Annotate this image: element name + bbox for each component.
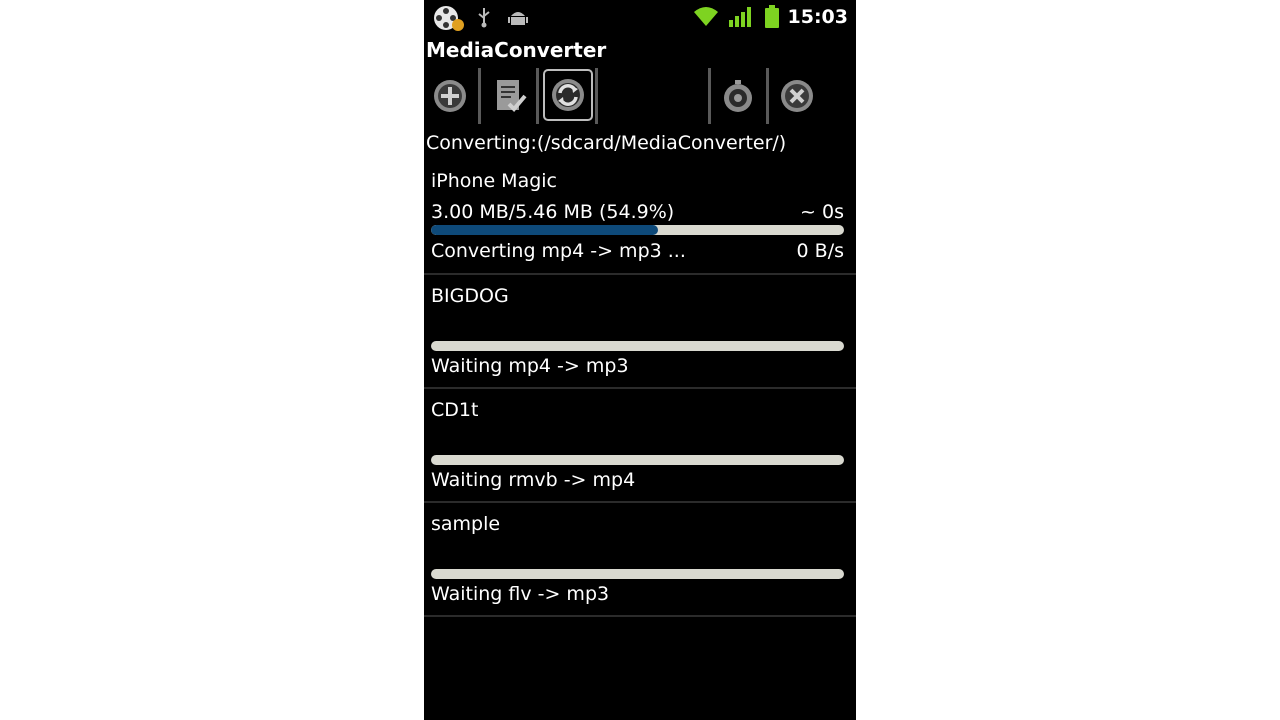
android-debug-icon — [508, 7, 528, 31]
item-name: sample — [431, 513, 501, 535]
media-app-icon — [432, 4, 466, 36]
item-status: Converting mp4 -> mp3 ... — [431, 240, 686, 262]
signal-icon — [728, 6, 752, 32]
phone-screen: 15:03 MediaConverter Converting:(/sdcard… — [424, 0, 856, 720]
timer-button[interactable] — [714, 70, 762, 122]
queue-item[interactable]: BIGDOG Waiting mp4 -> mp3 — [424, 275, 856, 389]
queue-item[interactable]: CD1t Waiting rmvb -> mp4 — [424, 389, 856, 503]
toolbar-separator — [478, 68, 481, 124]
progress-bar — [431, 569, 844, 579]
x-circle-icon — [781, 80, 813, 112]
refresh-icon — [552, 79, 584, 111]
progress-bar — [431, 455, 844, 465]
wifi-icon — [692, 4, 720, 32]
usb-icon — [476, 6, 492, 32]
item-size: 3.00 MB/5.46 MB (54.9%) — [431, 201, 675, 223]
item-name: iPhone Magic — [431, 170, 557, 192]
status-bar: 15:03 — [424, 0, 856, 34]
queue-item[interactable]: sample Waiting flv -> mp3 — [424, 503, 856, 617]
item-status: Waiting flv -> mp3 — [431, 583, 610, 605]
toolbar — [424, 66, 856, 126]
timer-icon — [724, 80, 752, 112]
add-button[interactable] — [426, 70, 474, 122]
item-eta: ~ 0s — [800, 201, 844, 223]
progress-bar — [431, 341, 844, 351]
item-speed: 0 B/s — [796, 240, 844, 262]
toolbar-separator — [595, 68, 598, 124]
status-time: 15:03 — [787, 6, 848, 28]
item-status: Waiting rmvb -> mp4 — [431, 469, 636, 491]
cancel-button[interactable] — [773, 70, 821, 122]
toolbar-separator — [708, 68, 711, 124]
plus-circle-icon — [434, 80, 466, 112]
item-name: CD1t — [431, 399, 479, 421]
app-title: MediaConverter — [426, 38, 607, 62]
item-name: BIGDOG — [431, 285, 509, 307]
refresh-button[interactable] — [543, 69, 593, 121]
queue-item[interactable]: iPhone Magic 3.00 MB/5.46 MB (54.9%) ~ 0… — [424, 160, 856, 275]
toolbar-separator — [766, 68, 769, 124]
progress-fill — [431, 225, 658, 235]
conversion-queue: iPhone Magic 3.00 MB/5.46 MB (54.9%) ~ 0… — [424, 160, 856, 617]
item-status: Waiting mp4 -> mp3 — [431, 355, 629, 377]
converting-path-label: Converting:(/sdcard/MediaConverter/) — [426, 132, 787, 154]
battery-icon — [764, 5, 780, 33]
progress-bar — [431, 225, 844, 235]
checklist-button[interactable] — [486, 70, 534, 122]
toolbar-separator — [536, 68, 539, 124]
checklist-icon — [497, 80, 527, 112]
